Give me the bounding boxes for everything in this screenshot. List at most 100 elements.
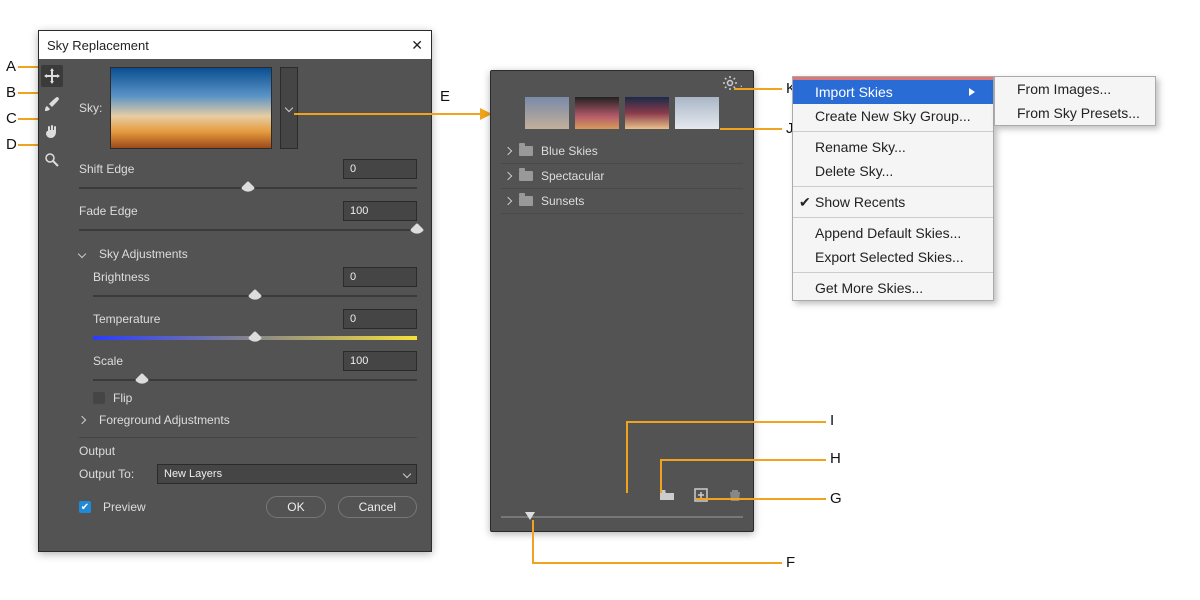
sky-adjustments-header[interactable]: Sky Adjustments <box>99 247 417 261</box>
output-to-select[interactable]: New Layers <box>157 464 417 484</box>
menu-delete[interactable]: Delete Sky... <box>793 159 993 183</box>
menu-append-default[interactable]: Append Default Skies... <box>793 221 993 245</box>
shift-edge-label: Shift Edge <box>79 162 179 176</box>
titlebar[interactable]: Sky Replacement ✕ <box>39 31 431 59</box>
preview-label: Preview <box>103 500 146 514</box>
chevron-down-icon[interactable] <box>78 250 86 258</box>
sky-preset-thumb[interactable] <box>525 97 569 129</box>
sky-preset-thumb[interactable] <box>575 97 619 129</box>
brush-tool[interactable] <box>41 93 63 115</box>
close-icon[interactable]: ✕ <box>411 37 423 54</box>
flip-label: Flip <box>113 391 132 405</box>
preset-context-menu: Import Skies Create New Sky Group... Ren… <box>792 76 994 301</box>
brightness-value[interactable]: 0 <box>343 267 417 287</box>
thumbnail-size-slider[interactable] <box>501 511 743 523</box>
move-tool[interactable] <box>41 65 63 87</box>
hand-icon <box>44 124 60 140</box>
tool-column <box>39 59 65 551</box>
callout-C: C <box>6 110 17 127</box>
foreground-adjustments-header[interactable]: Foreground Adjustments <box>99 413 417 427</box>
preset-folder[interactable]: Sunsets <box>501 189 743 214</box>
scale-label: Scale <box>93 354 193 368</box>
menu-label: Export Selected Skies... <box>815 249 964 265</box>
shift-edge-slider[interactable] <box>79 181 417 195</box>
preset-folder[interactable]: Blue Skies <box>501 139 743 164</box>
brightness-slider[interactable] <box>93 289 417 303</box>
sky-dropdown[interactable] <box>280 67 298 149</box>
submenu-arrow-icon <box>969 88 975 96</box>
menu-show-recents[interactable]: ✔ Show Recents <box>793 190 993 214</box>
menu-separator <box>793 272 993 273</box>
new-preset-button[interactable] <box>693 487 709 503</box>
move-icon <box>44 68 60 84</box>
folder-label: Sunsets <box>541 194 584 208</box>
menu-label: Import Skies <box>815 84 893 100</box>
callout-I: I <box>830 412 834 429</box>
sky-preset-thumb[interactable] <box>625 97 669 129</box>
menu-label: From Sky Presets... <box>1017 105 1140 121</box>
sky-preset-picker: . Blue Skies Spectacular Sunsets <box>490 70 754 532</box>
menu-from-images[interactable]: From Images... <box>995 77 1155 101</box>
ok-button[interactable]: OK <box>266 496 325 518</box>
menu-from-presets[interactable]: From Sky Presets... <box>995 101 1155 125</box>
menu-separator <box>793 131 993 132</box>
callout-H: H <box>830 450 841 467</box>
callout-line <box>294 113 482 115</box>
sky-thumbnail[interactable] <box>110 67 272 149</box>
scale-value[interactable]: 100 <box>343 351 417 371</box>
menu-rename[interactable]: Rename Sky... <box>793 135 993 159</box>
folder-icon <box>519 196 533 206</box>
check-icon: ✔ <box>799 194 811 211</box>
temperature-slider[interactable] <box>93 331 417 345</box>
folder-icon <box>519 146 533 156</box>
flip-checkbox[interactable] <box>93 392 105 404</box>
preview-checkbox[interactable]: ✔ <box>79 501 91 513</box>
recent-thumbnails <box>491 97 753 129</box>
callout-line <box>660 459 826 461</box>
menu-label: Show Recents <box>815 194 905 210</box>
menu-export-selected[interactable]: Export Selected Skies... <box>793 245 993 269</box>
chevron-right-icon <box>504 197 512 205</box>
output-header: Output <box>79 444 417 458</box>
output-to-label: Output To: <box>79 467 149 481</box>
temperature-value[interactable]: 0 <box>343 309 417 329</box>
dialog-title: Sky Replacement <box>47 38 149 53</box>
callout-F: F <box>786 554 795 571</box>
callout-line <box>696 498 826 500</box>
scale-slider[interactable] <box>93 373 417 387</box>
delete-preset-button[interactable] <box>727 487 743 503</box>
brightness-label: Brightness <box>93 270 193 284</box>
callout-A: A <box>6 58 16 75</box>
callout-G: G <box>830 490 842 507</box>
magnifier-icon <box>44 152 60 168</box>
folder-icon <box>519 171 533 181</box>
menu-separator <box>793 186 993 187</box>
chevron-right-icon <box>504 147 512 155</box>
menu-label: From Images... <box>1017 81 1111 97</box>
menu-create-group[interactable]: Create New Sky Group... <box>793 104 993 128</box>
sky-replacement-dialog: Sky Replacement ✕ Sky: Shif <box>38 30 432 552</box>
chevron-down-icon <box>403 470 411 478</box>
sky-preset-thumb[interactable] <box>675 97 719 129</box>
preset-folder[interactable]: Spectacular <box>501 164 743 189</box>
menu-import-skies[interactable]: Import Skies <box>793 80 993 104</box>
menu-label: Get More Skies... <box>815 280 923 296</box>
callout-line <box>626 421 628 493</box>
chevron-right-icon[interactable] <box>78 416 86 424</box>
plus-square-icon <box>693 487 709 503</box>
fade-edge-value[interactable]: 100 <box>343 201 417 221</box>
chevron-right-icon <box>504 172 512 180</box>
menu-label: Delete Sky... <box>815 163 893 179</box>
trash-icon <box>727 487 743 503</box>
sky-label: Sky: <box>79 101 102 115</box>
fade-edge-slider[interactable] <box>79 223 417 237</box>
zoom-tool[interactable] <box>41 149 63 171</box>
cancel-button[interactable]: Cancel <box>338 496 417 518</box>
hand-tool[interactable] <box>41 121 63 143</box>
callout-line <box>626 421 826 423</box>
shift-edge-value[interactable]: 0 <box>343 159 417 179</box>
folder-label: Spectacular <box>541 169 604 183</box>
menu-separator <box>793 217 993 218</box>
menu-get-more[interactable]: Get More Skies... <box>793 276 993 300</box>
brush-icon <box>44 96 60 112</box>
